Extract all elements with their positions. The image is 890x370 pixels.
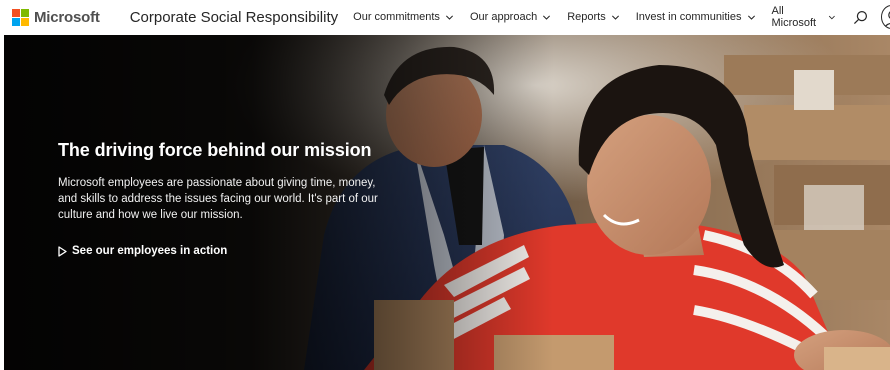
nav-label: Our approach [469, 11, 538, 23]
all-microsoft-menu[interactable]: All Microsoft [772, 5, 836, 29]
nav-label: Invest in communities [635, 11, 742, 23]
search-button[interactable] [852, 7, 869, 27]
chevron-down-icon [828, 15, 835, 19]
chevron-down-icon [445, 15, 453, 20]
account-icon [884, 11, 890, 28]
site-header: Microsoft Corporate Social Responsibilit… [0, 0, 890, 34]
nav-invest-in-communities[interactable]: Invest in communities [636, 11, 756, 23]
chevron-down-icon [747, 15, 755, 20]
nav-label: Our commitments [353, 11, 440, 23]
nav-reports[interactable]: Reports [567, 11, 620, 23]
brand-name: Microsoft [34, 8, 100, 26]
chevron-down-icon [543, 15, 551, 20]
all-microsoft-label: All Microsoft [771, 5, 817, 29]
nav-our-commitments[interactable]: Our commitments [353, 11, 454, 23]
hero-text-block: The driving force behind our mission Mic… [58, 139, 388, 257]
account-button[interactable] [881, 5, 890, 29]
site-title-link[interactable]: Corporate Social Responsibility [130, 9, 338, 26]
hero-title: The driving force behind our mission [58, 140, 372, 160]
hero-description: Microsoft employees are passionate about… [58, 177, 378, 221]
cta-label: See our employees in action [72, 245, 228, 257]
microsoft-logo-icon [12, 8, 29, 26]
nav-label: Reports [567, 11, 606, 23]
main-nav: Our commitments Our approach Reports Inv… [353, 11, 771, 23]
hero-banner: The driving force behind our mission Mic… [4, 35, 890, 370]
chevron-down-icon [611, 15, 619, 20]
nav-our-approach[interactable]: Our approach [470, 11, 551, 23]
see-employees-link[interactable]: See our employees in action [58, 245, 388, 257]
search-icon [853, 10, 867, 24]
microsoft-logo-link[interactable]: Microsoft [12, 8, 100, 26]
play-icon [58, 245, 67, 257]
header-utilities: All Microsoft [772, 5, 890, 29]
